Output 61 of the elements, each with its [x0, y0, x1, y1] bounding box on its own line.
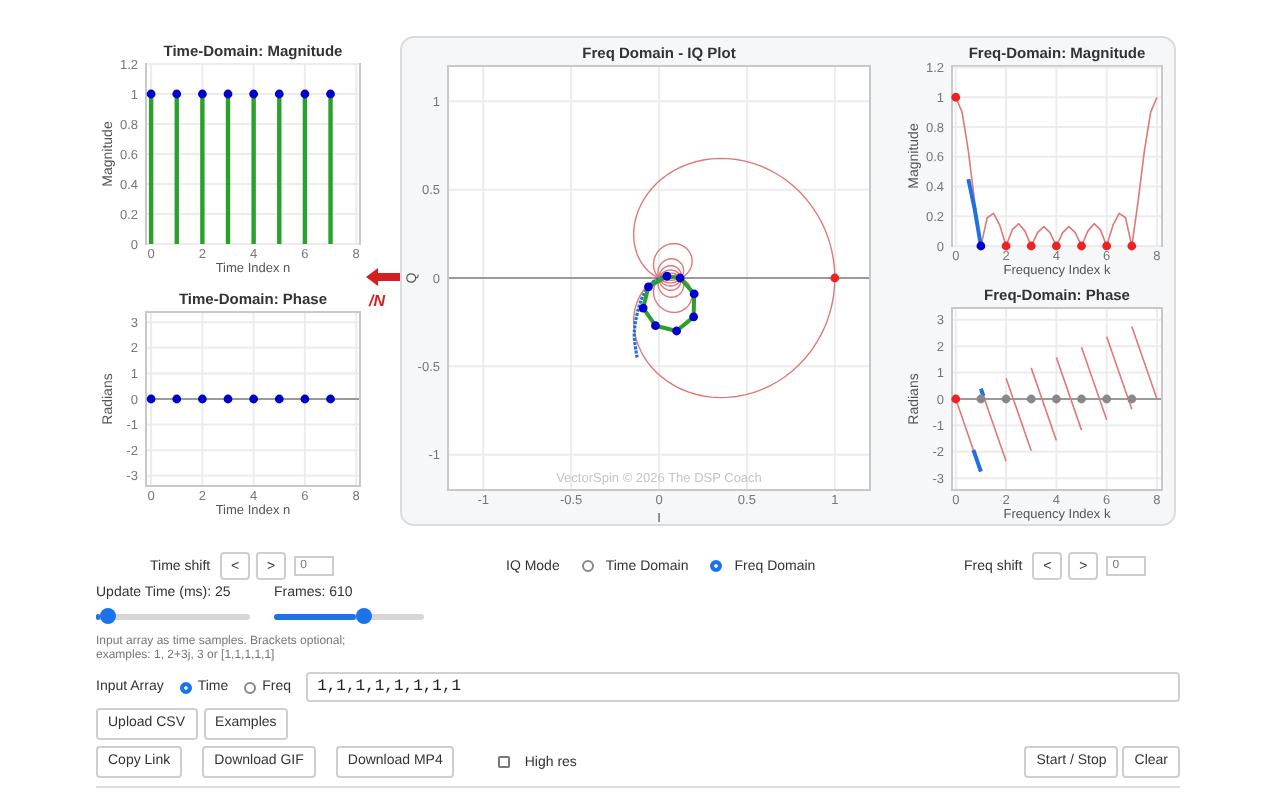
- data-point: [326, 89, 335, 99]
- data-point: [1077, 394, 1086, 404]
- slider[interactable]: [96, 608, 250, 624]
- data-point: [172, 89, 182, 99]
- data-point: [1001, 241, 1011, 251]
- data-point: [1127, 241, 1137, 251]
- data-point: [976, 241, 986, 251]
- data-point: [172, 394, 182, 404]
- data-point: [651, 321, 660, 331]
- data-point: [1077, 241, 1086, 251]
- data-point: [198, 394, 207, 404]
- data-point: [951, 394, 961, 404]
- phasor-line: [641, 274, 697, 333]
- radio-button[interactable]: [244, 681, 257, 693]
- trace-drawing: [632, 274, 668, 358]
- data-point: [1051, 394, 1061, 404]
- data-point: [638, 303, 648, 313]
- data-point: [689, 289, 699, 299]
- data-point: [300, 89, 310, 99]
- plot-line: [1005, 377, 1032, 452]
- data-point: [1102, 394, 1112, 404]
- data-point: [644, 282, 653, 292]
- data-point: [672, 326, 681, 336]
- division-label: /N: [369, 292, 385, 310]
- plot-line: [1030, 367, 1058, 442]
- plot-line: [1080, 346, 1108, 421]
- slider-thumb[interactable]: [100, 608, 117, 624]
- left-arrow-icon: [366, 268, 400, 286]
- data-point: [146, 394, 156, 404]
- radio-button[interactable]: [710, 560, 723, 572]
- data-point: [830, 273, 840, 283]
- data-point: [1026, 394, 1036, 404]
- radio-button[interactable]: [581, 560, 594, 572]
- data-point: [1026, 241, 1036, 251]
- data-point: [146, 89, 156, 99]
- data-point: [274, 394, 284, 404]
- data-point: [1001, 394, 1011, 404]
- data-point: [223, 89, 233, 99]
- slider[interactable]: [274, 608, 424, 624]
- data-point: [675, 273, 685, 283]
- data-point: [976, 394, 986, 404]
- data-point: [300, 394, 310, 404]
- array-input-field[interactable]: 1,1,1,1,1,1,1,1: [305, 672, 1180, 702]
- data-point: [249, 394, 259, 404]
- data-point: [662, 271, 672, 281]
- plot-line: [1131, 325, 1158, 400]
- slider-thumb[interactable]: [356, 608, 372, 624]
- plot-line: [1055, 356, 1083, 431]
- checkbox[interactable]: [498, 756, 511, 768]
- data-point: [689, 312, 699, 322]
- plot-line: [1105, 335, 1133, 411]
- radio-button[interactable]: [179, 681, 192, 693]
- data-point: [274, 89, 284, 99]
- data-point: [1102, 241, 1112, 251]
- data-point: [198, 89, 207, 99]
- data-point: [223, 394, 233, 404]
- data-point: [1127, 394, 1137, 404]
- data-point: [249, 89, 259, 99]
- data-point: [951, 92, 961, 102]
- data-point: [326, 394, 335, 404]
- data-point: [1051, 241, 1061, 251]
